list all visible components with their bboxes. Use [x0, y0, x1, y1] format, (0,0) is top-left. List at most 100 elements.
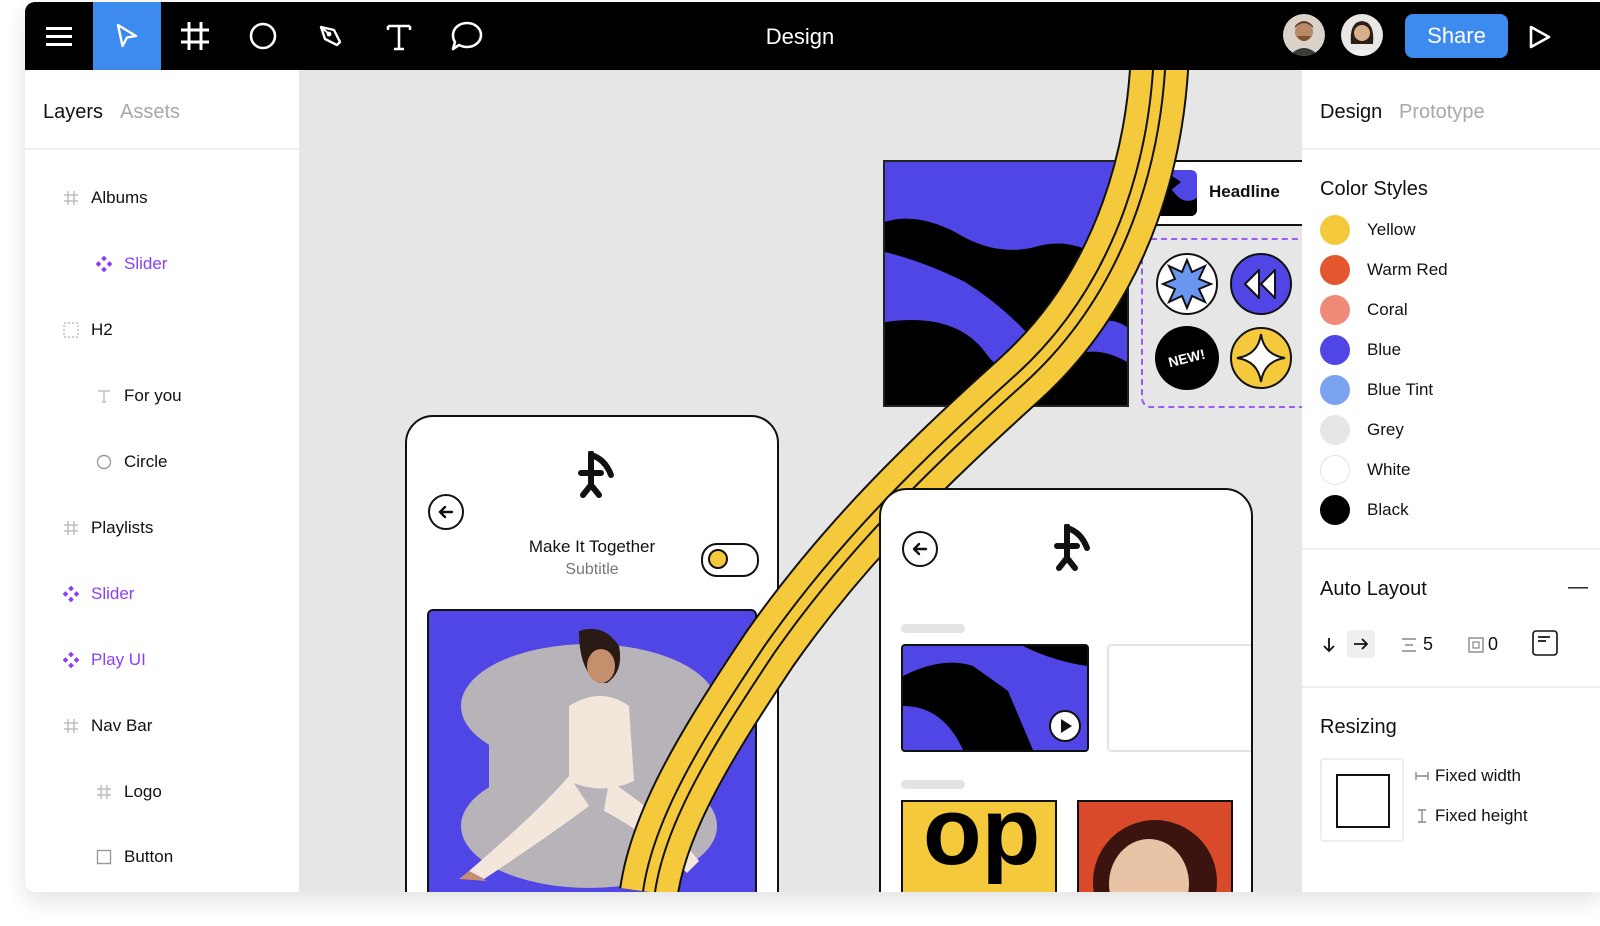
- color-swatch: [1320, 455, 1350, 485]
- color-swatch: [1320, 495, 1350, 525]
- layer-item[interactable]: Nav Bar: [59, 711, 152, 741]
- resizing-preview: [1320, 758, 1404, 842]
- layer-label: For you: [124, 386, 182, 405]
- layer-label: Logo: [124, 782, 162, 801]
- component-icon: [92, 252, 116, 276]
- color-style-item[interactable]: Yellow: [1320, 214, 1416, 246]
- resizing-preview-box: [1336, 774, 1390, 828]
- direction-right-icon[interactable]: [1347, 630, 1375, 658]
- auto-layout-title: Auto Layout: [1320, 578, 1427, 600]
- layer-label: Nav Bar: [91, 716, 153, 735]
- playlist-card[interactable]: [901, 644, 1089, 752]
- color-swatch: [1320, 415, 1350, 445]
- layer-item[interactable]: Circle: [92, 447, 167, 477]
- direction-down-icon[interactable]: [1320, 636, 1338, 659]
- layer-item[interactable]: Playlists: [59, 513, 153, 543]
- layer-label: Albums: [91, 188, 148, 207]
- layer-item[interactable]: For you: [92, 381, 182, 411]
- color-swatch: [1320, 295, 1350, 325]
- layer-label: Circle: [124, 452, 168, 471]
- tab-assets[interactable]: Assets: [120, 101, 180, 124]
- layer-item[interactable]: Slider: [92, 249, 167, 279]
- layer-item[interactable]: Button: [92, 842, 173, 872]
- album-tile-text: op: [923, 800, 1041, 885]
- app-window: Design Share Layers Assets Albums Slider…: [25, 2, 1600, 892]
- layers-panel: Layers Assets Albums Slider H2 For you C…: [25, 70, 299, 892]
- color-style-label: Grey: [1367, 420, 1404, 439]
- color-style-item[interactable]: Blue Tint: [1320, 374, 1433, 406]
- height-mode-select[interactable]: Fixed height: [1435, 806, 1528, 826]
- color-style-label: Warm Red: [1367, 260, 1448, 279]
- padding-icon: [1467, 636, 1485, 659]
- color-swatch: [1320, 375, 1350, 405]
- avatar[interactable]: [1283, 14, 1325, 56]
- frame-icon: [59, 186, 83, 210]
- section-divider: [1302, 548, 1600, 550]
- group-icon: [59, 318, 83, 342]
- avatar[interactable]: [1341, 14, 1383, 56]
- frame-icon: [59, 714, 83, 738]
- layer-item[interactable]: H2: [59, 315, 113, 345]
- color-swatch: [1320, 215, 1350, 245]
- resizing-title: Resizing: [1320, 716, 1397, 738]
- color-style-label: Coral: [1367, 300, 1408, 319]
- layer-label: Button: [124, 847, 174, 866]
- layer-item[interactable]: Play UI: [59, 645, 146, 675]
- empty-card[interactable]: [1107, 644, 1251, 752]
- color-style-item[interactable]: Warm Red: [1320, 254, 1448, 286]
- layer-label: H2: [91, 320, 113, 339]
- album-tile-yellow[interactable]: op: [901, 800, 1057, 892]
- back-arrow-icon[interactable]: [901, 530, 939, 573]
- spacing-value[interactable]: 5: [1423, 634, 1433, 655]
- layer-label: Slider: [124, 254, 168, 273]
- color-style-item[interactable]: Coral: [1320, 294, 1408, 326]
- layer-label: Playlists: [91, 518, 154, 537]
- layer-item[interactable]: Logo: [92, 777, 162, 807]
- color-style-item[interactable]: Grey: [1320, 414, 1404, 446]
- tab-design[interactable]: Design: [1320, 101, 1382, 124]
- padding-value[interactable]: 0: [1488, 634, 1498, 655]
- placeholder-line: [901, 624, 965, 633]
- frame-icon: [92, 780, 116, 804]
- design-canvas[interactable]: Headline NEW! Make It Together Subtitle …: [299, 70, 1302, 892]
- alignment-icon[interactable]: [1532, 630, 1558, 661]
- present-icon[interactable]: [1527, 24, 1553, 55]
- right-panel-tabs: Design Prototype: [1302, 70, 1600, 150]
- tab-prototype[interactable]: Prototype: [1399, 101, 1485, 124]
- component-icon: [59, 582, 83, 606]
- width-mode-select[interactable]: Fixed width: [1435, 766, 1521, 786]
- color-style-item[interactable]: White: [1320, 454, 1410, 486]
- toolbar: Design Share: [25, 2, 1600, 70]
- design-panel: Design Prototype Color Styles Yellow War…: [1302, 70, 1600, 892]
- tab-layers[interactable]: Layers: [43, 101, 103, 124]
- album-tile-red[interactable]: [1077, 800, 1233, 892]
- color-style-label: White: [1367, 460, 1411, 479]
- rectangle-icon: [92, 845, 116, 869]
- fixed-width-icon: [1414, 768, 1430, 789]
- ellipse-icon: [92, 450, 116, 474]
- logo-icon: [1053, 523, 1093, 579]
- layer-item[interactable]: Slider: [59, 579, 134, 609]
- color-style-label: Blue Tint: [1367, 380, 1434, 399]
- color-swatch: [1320, 255, 1350, 285]
- text-icon: [92, 384, 116, 408]
- color-styles-title: Color Styles: [1320, 178, 1428, 200]
- color-swatch: [1320, 335, 1350, 365]
- layer-label: Play UI: [91, 650, 146, 669]
- layer-label: Slider: [91, 584, 135, 603]
- phone-frame-playlists[interactable]: op: [879, 488, 1253, 892]
- color-style-item[interactable]: Black: [1320, 494, 1409, 526]
- spacing-icon: [1400, 636, 1418, 659]
- play-icon[interactable]: [1049, 710, 1081, 747]
- color-style-label: Yellow: [1367, 220, 1416, 239]
- share-button[interactable]: Share: [1405, 14, 1508, 58]
- layer-item[interactable]: Albums: [59, 183, 148, 213]
- color-style-label: Black: [1367, 500, 1409, 519]
- section-divider: [1302, 686, 1600, 688]
- color-style-label: Blue: [1367, 340, 1402, 359]
- fixed-height-icon: [1414, 808, 1430, 829]
- placeholder-line: [901, 780, 965, 789]
- frame-icon: [59, 516, 83, 540]
- collapse-section-button[interactable]: —: [1568, 576, 1588, 599]
- color-style-item[interactable]: Blue: [1320, 334, 1401, 366]
